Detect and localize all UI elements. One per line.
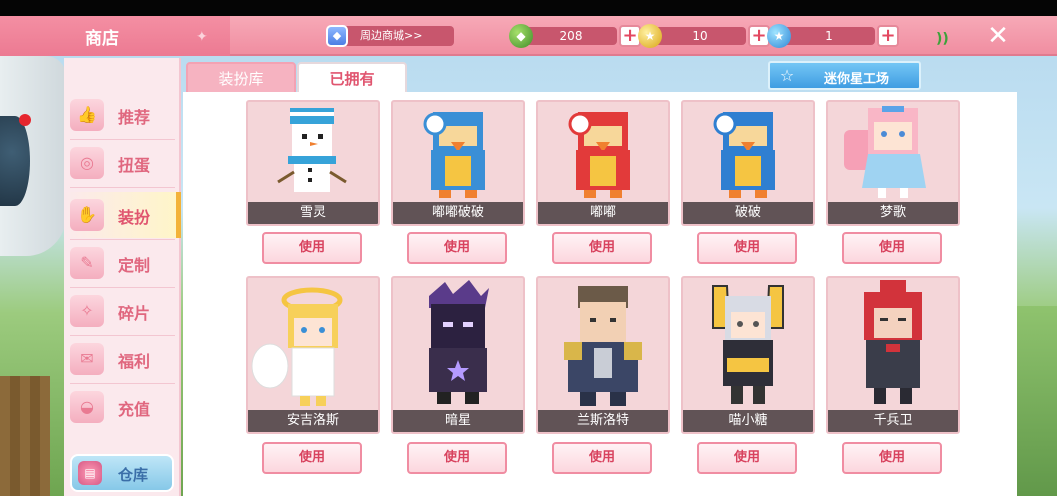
skin-card[interactable]: 喵小糖 <box>681 276 815 434</box>
outfit-icon: ✋ <box>70 199 104 231</box>
sidebar-item-outfit[interactable]: ✋ 装扮 <box>64 192 181 238</box>
mini-studio-button[interactable]: ☆ 迷你星工场 <box>768 61 921 90</box>
currency-blue-value: 1 <box>783 27 875 45</box>
sidebar-item-recharge[interactable]: ◒ 充值 <box>64 384 181 430</box>
warehouse-icon: ▤ <box>78 461 102 485</box>
sidebar-item-label: 充值 <box>118 400 151 419</box>
blue-star-coin-icon: ★ <box>767 24 791 48</box>
skin-card[interactable]: 雪灵 <box>246 100 380 226</box>
skin-name: 破破 <box>683 202 813 224</box>
sidebar-item-label: 扭蛋 <box>118 156 151 175</box>
gold-coin-icon: ★ <box>638 24 662 48</box>
skin-name: 嘟嘟 <box>538 202 668 224</box>
ninja-skin-icon <box>864 280 922 404</box>
red-bird-skin-icon <box>568 112 630 198</box>
use-button[interactable]: 使用 <box>262 232 362 264</box>
use-button[interactable]: 使用 <box>697 442 797 474</box>
warehouse-label: 仓库 <box>118 466 149 484</box>
gift-icon: ✉ <box>70 343 104 375</box>
use-button[interactable]: 使用 <box>407 232 507 264</box>
sidebar-item-label: 定制 <box>118 256 151 275</box>
recharge-icon: ◒ <box>70 391 104 423</box>
skin-card[interactable]: 千兵卫 <box>826 276 960 434</box>
sidebar-item-label: 碎片 <box>118 304 151 323</box>
skin-card[interactable]: 兰斯洛特 <box>536 276 670 434</box>
sidebar-item-gacha[interactable]: ◎ 扭蛋 <box>64 140 181 186</box>
use-button[interactable]: 使用 <box>697 232 797 264</box>
use-button[interactable]: 使用 <box>552 442 652 474</box>
background-tree <box>0 116 30 206</box>
blue-bird-skin-icon <box>423 112 485 198</box>
skin-name: 喵小糖 <box>683 410 813 432</box>
sidebar-item-custom[interactable]: ✎ 定制 <box>64 240 181 286</box>
skin-card[interactable]: 嘟嘟破破 <box>391 100 525 226</box>
skin-card[interactable]: 梦歌 <box>826 100 960 226</box>
gacha-icon: ◎ <box>70 147 104 179</box>
sidebar-item-label: 装扮 <box>118 208 151 227</box>
skin-card[interactable]: 嘟嘟 <box>536 100 670 226</box>
background-grass <box>1012 306 1057 496</box>
background-wood-block <box>0 376 50 496</box>
mini-studio-label: 迷你星工场 <box>824 72 890 87</box>
use-button[interactable]: 使用 <box>407 442 507 474</box>
skin-card[interactable]: 暗星 <box>391 276 525 434</box>
warehouse-button[interactable]: ▤ 仓库 <box>70 454 174 492</box>
currency-green-value: 208 <box>525 27 617 45</box>
thumbs-up-icon: 👍 <box>70 99 104 131</box>
green-gem-icon: ◆ <box>509 24 533 48</box>
skin-card[interactable]: 破破 <box>681 100 815 226</box>
skin-name: 安吉洛斯 <box>248 410 378 432</box>
wifi-icon: )) <box>936 31 949 47</box>
currency-blue: ★ 1 + <box>767 24 899 48</box>
close-button[interactable]: ✕ <box>984 22 1012 50</box>
sidebar-item-label: 推荐 <box>118 108 151 127</box>
sidebar-item-fragment[interactable]: ✧ 碎片 <box>64 288 181 334</box>
shop-header: 商店 ✦ ◆ 周边商城>> ◆ 208 + ★ 10 + ★ 1 + )) ✕ <box>0 16 1057 56</box>
pink-girl-skin-icon <box>844 106 926 198</box>
status-bar <box>0 0 1057 16</box>
use-button[interactable]: 使用 <box>842 232 942 264</box>
currency-green: ◆ 208 + <box>509 24 641 48</box>
currency-gold-value: 10 <box>654 27 746 45</box>
divider <box>70 187 175 188</box>
skin-grid-panel: 雪灵 嘟嘟破破 嘟嘟 破破 梦歌 使用 使用 使用 使用 使用 安吉洛斯 暗星 … <box>183 92 1017 496</box>
mall-link[interactable]: ◆ 周边商城>> <box>326 25 454 47</box>
skin-name: 梦歌 <box>828 202 958 224</box>
use-button[interactable]: 使用 <box>552 232 652 264</box>
skin-name: 雪灵 <box>248 202 378 224</box>
sidebar-item-welfare[interactable]: ✉ 福利 <box>64 336 181 382</box>
fragment-icon: ✧ <box>70 295 104 327</box>
sidebar-item-label: 福利 <box>118 352 151 371</box>
angel-skin-icon <box>251 287 343 406</box>
knight-skin-icon <box>564 286 642 406</box>
use-button[interactable]: 使用 <box>262 442 362 474</box>
use-button[interactable]: 使用 <box>842 442 942 474</box>
mall-bag-icon: ◆ <box>326 25 348 47</box>
cat-girl-skin-icon <box>712 285 784 404</box>
skin-name: 兰斯洛特 <box>538 410 668 432</box>
sidebar: 👍 推荐 ◎ 扭蛋 ✋ 装扮 ✎ 定制 ✧ 碎片 ✉ 福利 ◒ 充值 ▤ 仓库 <box>64 58 181 496</box>
star-icon: ☆ <box>779 66 795 85</box>
blue-bird-skin-icon <box>713 112 775 198</box>
tab-owned[interactable]: 已拥有 <box>297 62 407 94</box>
skin-name: 暗星 <box>393 410 523 432</box>
page-title: 商店 <box>85 29 119 49</box>
add-blue-button[interactable]: + <box>877 25 899 47</box>
snowman-skin-icon <box>277 108 347 192</box>
sidebar-item-recommend[interactable]: 👍 推荐 <box>64 92 181 138</box>
skin-name: 千兵卫 <box>828 410 958 432</box>
dark-star-skin-icon <box>429 280 489 404</box>
mall-link-label: 周边商城>> <box>342 26 454 46</box>
custom-icon: ✎ <box>70 247 104 279</box>
skin-card[interactable]: 安吉洛斯 <box>246 276 380 434</box>
currency-gold: ★ 10 + <box>638 24 770 48</box>
sparkle-icon: ✦ <box>196 29 208 45</box>
tab-outfit-library[interactable]: 装扮库 <box>186 62 296 94</box>
red-dot-marker <box>19 114 31 126</box>
skin-name: 嘟嘟破破 <box>393 202 523 224</box>
